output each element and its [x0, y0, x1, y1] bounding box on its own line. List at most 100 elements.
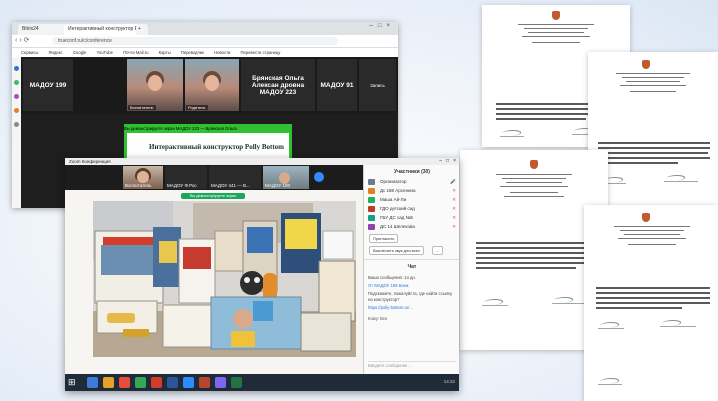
bookmark-item[interactable]: YouTube	[96, 50, 112, 55]
mic-muted-icon[interactable]: ✕	[452, 186, 456, 195]
participant-tile[interactable]: МАДОУ 91	[317, 59, 357, 111]
participant-row[interactable]: ГДО детский сад ✕	[364, 204, 459, 213]
participant-video-tile[interactable]: Воспитатель	[123, 166, 163, 189]
taskbar-app-icon[interactable]	[135, 377, 146, 388]
app-icon[interactable]	[14, 122, 19, 127]
bookmark-item[interactable]: Карты	[159, 50, 171, 55]
record-button[interactable]: Запись	[359, 59, 396, 111]
bookmark-item[interactable]: Переводчик	[181, 50, 204, 55]
mute-all-button[interactable]: Выключить звук для всех	[369, 246, 424, 255]
chat-message: Ваши сообщения: 14 дн.	[368, 275, 416, 280]
participant-row[interactable]: Маша Ай-Ли ✕	[364, 195, 459, 204]
avatar	[368, 187, 375, 194]
participant-row[interactable]: Дс 188 Арсенина ✕	[364, 186, 459, 195]
coat-of-arms-icon	[530, 160, 538, 169]
participant-tile[interactable]: МАДОУ 199	[23, 59, 73, 111]
participant-video-tile[interactable]: Воспитатель	[127, 59, 183, 111]
taskbar-app-icon[interactable]	[151, 377, 162, 388]
powerpoint-icon[interactable]	[199, 377, 210, 388]
participant-row[interactable]: Организатор 🎤	[364, 177, 459, 186]
coat-of-arms-icon	[642, 60, 650, 69]
avatar	[368, 196, 375, 203]
windows-taskbar: ⊞ 14:32	[65, 374, 459, 391]
mic-muted-icon[interactable]: ✕	[452, 213, 456, 222]
robot-construction-kits-image	[93, 201, 356, 357]
mic-icon[interactable]: 🎤	[450, 177, 456, 186]
coat-of-arms-icon	[552, 11, 560, 20]
mic-muted-icon[interactable]: ✕	[452, 195, 456, 204]
video-strip: Воспитатель МАДОУ Ф.Рос МАДОУ 441 — В...…	[65, 165, 363, 190]
avatar	[368, 223, 375, 230]
screen-share-banner: Вы демонстрируете экран	[181, 193, 245, 199]
mic-muted-icon[interactable]: ✕	[452, 204, 456, 213]
participant-name: Воспитатель	[125, 183, 152, 188]
app-icon[interactable]	[14, 66, 19, 71]
window-controls[interactable]: –□×	[439, 158, 459, 165]
excel-icon[interactable]	[231, 377, 242, 388]
participant-name: Маша Ай-Ли	[380, 197, 407, 202]
new-tab-button[interactable]: +	[136, 24, 148, 35]
participant-name: ГБУ ДС сад №5	[380, 215, 413, 220]
chat-input[interactable]: Введите сообщение…	[368, 361, 456, 370]
app-icon[interactable]	[14, 80, 19, 85]
bookmark-item[interactable]: Почта Mail.ru	[123, 50, 148, 55]
app-icon[interactable]	[14, 94, 19, 99]
participant-row[interactable]: ГБУ ДС сад №5 ✕	[364, 213, 459, 222]
app-icon[interactable]	[14, 108, 19, 113]
participant-name: МАДОУ Ф.Рос	[167, 183, 197, 188]
browser-icon[interactable]	[119, 377, 130, 388]
chat-link[interactable]: https://polly-bottom.ru/...	[368, 305, 456, 310]
bookmark-item[interactable]: Google	[73, 50, 87, 55]
next-page-icon[interactable]	[314, 172, 324, 182]
chat-message: Подскажите, пожалуйста, где найти ссылку…	[368, 291, 453, 302]
participants-chat-panel: Участники (30) Организатор 🎤 Дс 188 Арсен…	[363, 165, 459, 374]
zoom-icon[interactable]	[183, 377, 194, 388]
participant-name: ГДО детский сад	[380, 206, 415, 211]
participant-tile[interactable]: МАДОУ 441 — В...	[209, 166, 261, 189]
back-forward-reload-icons[interactable]: ‹›⟳	[15, 36, 32, 44]
participant-video-tile[interactable]: Родитель	[185, 59, 239, 111]
more-button[interactable]: ...	[432, 246, 444, 255]
folder-icon[interactable]	[103, 377, 114, 388]
address-bar: ‹›⟳ trueconf.ru/c/conference	[12, 35, 398, 48]
slide-title: Интерактивный конструктор Polly Bottom	[149, 143, 284, 151]
chat-recipient-select[interactable]: Кому: Все	[368, 316, 456, 321]
participant-name: Брянская Ольга Алексан дровна МАДОУ 223	[251, 74, 305, 96]
mic-muted-icon[interactable]: ✕	[452, 222, 456, 231]
participant-row[interactable]: ДС 14 Шелехова ✕	[364, 222, 459, 231]
participant-video-tile[interactable]: МАДОУ 100	[263, 166, 309, 189]
browser-tab[interactable]: Bitrix24	[18, 24, 68, 35]
participant-name: Организатор	[380, 179, 407, 184]
word-icon[interactable]	[167, 377, 178, 388]
invite-button[interactable]: Пригласить	[369, 234, 399, 243]
participant-name: ДС 14 Шелехова	[380, 224, 415, 229]
taskbar-app-icon[interactable]	[215, 377, 226, 388]
browser-tab-active[interactable]: Интерактивный конструктор Polly	[64, 24, 140, 35]
browser-tab-bar: Bitrix24 Интерактивный конструктор Polly…	[12, 22, 398, 35]
bookmark-item[interactable]: Перевести страницу	[241, 50, 281, 55]
bookmark-item[interactable]: Сервисы	[21, 50, 38, 55]
participant-name: МАДОУ 199	[29, 81, 67, 89]
record-label: Запись	[370, 82, 385, 88]
avatar	[368, 214, 375, 221]
avatar	[368, 178, 375, 185]
coat-of-arms-icon	[642, 213, 650, 222]
taskbar-app-icon[interactable]	[87, 377, 98, 388]
person-image	[205, 75, 219, 91]
toys-photo	[93, 201, 356, 357]
participant-name: МАДОУ 100	[265, 183, 290, 188]
bookmark-item[interactable]: Яндекс	[49, 50, 63, 55]
participant-tile[interactable]: МАДОУ Ф.Рос	[165, 166, 207, 189]
participant-name: Воспитатель	[128, 105, 156, 110]
zoom-title-bar: Zoom Конференция –□×	[65, 158, 459, 165]
screen-share-banner: Вы демонстрируете экран МАДОУ 223 — Брян…	[124, 126, 237, 131]
window-title: Zoom Конференция	[69, 159, 111, 164]
url-field[interactable]: trueconf.ru/c/conference	[52, 37, 338, 45]
start-menu-icon[interactable]: ⊞	[68, 377, 80, 388]
participant-name: Родитель	[186, 105, 208, 110]
window-controls[interactable]: –□×	[370, 23, 395, 29]
participant-tile[interactable]: Брянская Ольга Алексан дровна МАДОУ 223	[241, 59, 315, 111]
document-page	[584, 205, 718, 401]
bookmark-item[interactable]: Новости	[214, 50, 230, 55]
clock[interactable]: 14:32	[444, 379, 455, 384]
